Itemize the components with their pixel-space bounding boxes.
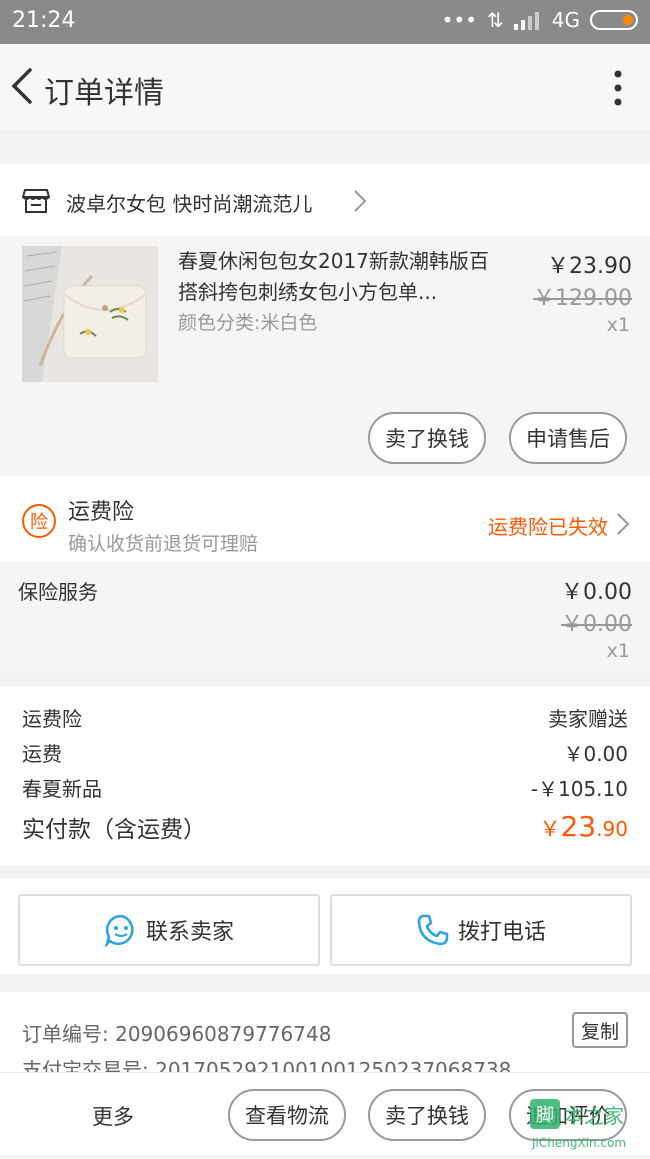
call-button[interactable]: 拨打电话 [330, 894, 632, 966]
total-row: 实付款（含运费） ￥23.90 [22, 810, 628, 844]
total-amount: ￥23.90 [540, 810, 628, 843]
product-image[interactable] [22, 246, 158, 382]
call-label: 拨打电话 [457, 920, 546, 945]
total-integer: 23 [560, 810, 597, 843]
summary-value: -￥105.10 [530, 777, 628, 801]
copy-button[interactable]: 复制 [572, 1012, 628, 1048]
product-quantity: x1 [606, 314, 630, 336]
sell-button[interactable]: 卖了换钱 [368, 1089, 486, 1141]
insurance-subtitle: 确认收货前退货可理赔 [68, 533, 259, 555]
product-price: ￥23.90 [547, 254, 632, 279]
insurance-icon: 险 [22, 504, 56, 538]
signal-icon [513, 12, 539, 30]
view-logistics-button[interactable]: 查看物流 [228, 1089, 346, 1141]
order-number-line: 订单编号: 20906960879776748 [22, 1018, 331, 1047]
total-decimal: .90 [596, 817, 628, 841]
product-card[interactable]: 春夏休闲包包女2017新款潮韩版百搭斜挎包刺绣女包小方包单... 颜色分类:米白… [0, 236, 650, 476]
summary-label: 运费 [22, 742, 62, 766]
total-label: 实付款（含运费） [22, 817, 206, 843]
summary-row: 春夏新品 -￥105.10 [22, 773, 628, 802]
svg-text:脚: 脚 [536, 1105, 554, 1126]
svg-text:本之家: 本之家 [564, 1104, 624, 1128]
dots-icon: ••• [441, 8, 477, 32]
data-transfer-icon: ⇅ [487, 8, 504, 32]
product-spec: 颜色分类:米白色 [178, 312, 318, 334]
store-icon [22, 189, 50, 213]
watermark: 脚 本之家 JiChengXin.com [526, 1093, 650, 1155]
sell-button[interactable]: 卖了换钱 [368, 412, 486, 464]
phone-icon [417, 914, 449, 946]
shop-name: 波卓尔女包 快时尚潮流范儿 [66, 192, 313, 216]
chat-bubble-icon [104, 914, 134, 947]
chevron-right-icon [617, 513, 630, 535]
bottom-action-bar: 更多 查看物流 卖了换钱 追加评价 脚 本之家 JiChengXin.com [0, 1072, 650, 1155]
svg-text:JiChengXin.com: JiChengXin.com [531, 1136, 626, 1150]
shop-row[interactable]: 波卓尔女包 快时尚潮流范儿 [0, 164, 650, 236]
more-button[interactable]: 更多 [92, 1101, 134, 1131]
alipay-number-label: 支付宝交易号: [22, 1058, 149, 1072]
product-original-price: ￥129.00 [533, 286, 632, 311]
alipay-number-line: 支付宝交易号: 2017052921001001250237068738 [22, 1054, 511, 1072]
insurance-service-row: 保险服务 ￥0.00 ￥0.00 x1 [0, 562, 650, 672]
contact-seller-button[interactable]: 联系卖家 [18, 894, 320, 966]
insurance-status: 运费险已失效 [488, 515, 608, 539]
total-currency: ￥ [539, 817, 561, 841]
contact-section: 联系卖家 拨打电话 [0, 878, 650, 974]
summary-label: 运费险 [22, 707, 82, 731]
summary-value: ￥0.00 [563, 742, 628, 766]
insurance-service-quantity: x1 [606, 640, 630, 662]
insurance-service-label: 保险服务 [18, 580, 98, 604]
after-sale-button[interactable]: 申请售后 [509, 412, 627, 464]
insurance-service-price: ￥0.00 [561, 580, 632, 605]
chevron-right-icon [354, 190, 367, 212]
price-summary: 运费险 卖家赠送 运费 ￥0.00 春夏新品 -￥105.10 实付款（含运费）… [0, 686, 650, 866]
order-info: 订单编号: 20906960879776748 复制 支付宝交易号: 20170… [0, 992, 650, 1072]
nav-bar: 订单详情 [0, 44, 650, 130]
page-title: 订单详情 [44, 76, 164, 111]
status-time: 21:24 [12, 8, 76, 33]
more-vertical-icon[interactable] [612, 70, 624, 106]
network-label: 4G [551, 8, 580, 32]
shipping-insurance-row[interactable]: 险 运费险 确认收货前退货可理赔 运费险已失效 [0, 476, 650, 562]
summary-row: 运费 ￥0.00 [22, 738, 628, 767]
summary-value: 卖家赠送 [548, 707, 628, 731]
contact-seller-label: 联系卖家 [145, 920, 234, 945]
insurance-title: 运费险 [68, 500, 135, 525]
summary-label: 春夏新品 [22, 777, 102, 801]
status-bar: 21:24 ••• ⇅ 4G [0, 0, 650, 44]
order-number-label: 订单编号: [22, 1022, 109, 1046]
order-number-value: 20906960879776748 [115, 1022, 332, 1046]
insurance-service-original-price: ￥0.00 [561, 612, 632, 637]
status-icons: ••• ⇅ 4G [442, 8, 638, 32]
battery-icon [590, 10, 638, 30]
back-arrow-icon[interactable] [8, 66, 44, 106]
product-title: 春夏休闲包包女2017新款潮韩版百搭斜挎包刺绣女包小方包单... [178, 249, 489, 304]
summary-row: 运费险 卖家赠送 [22, 703, 628, 732]
alipay-number-value: 2017052921001001250237068738 [155, 1058, 512, 1072]
